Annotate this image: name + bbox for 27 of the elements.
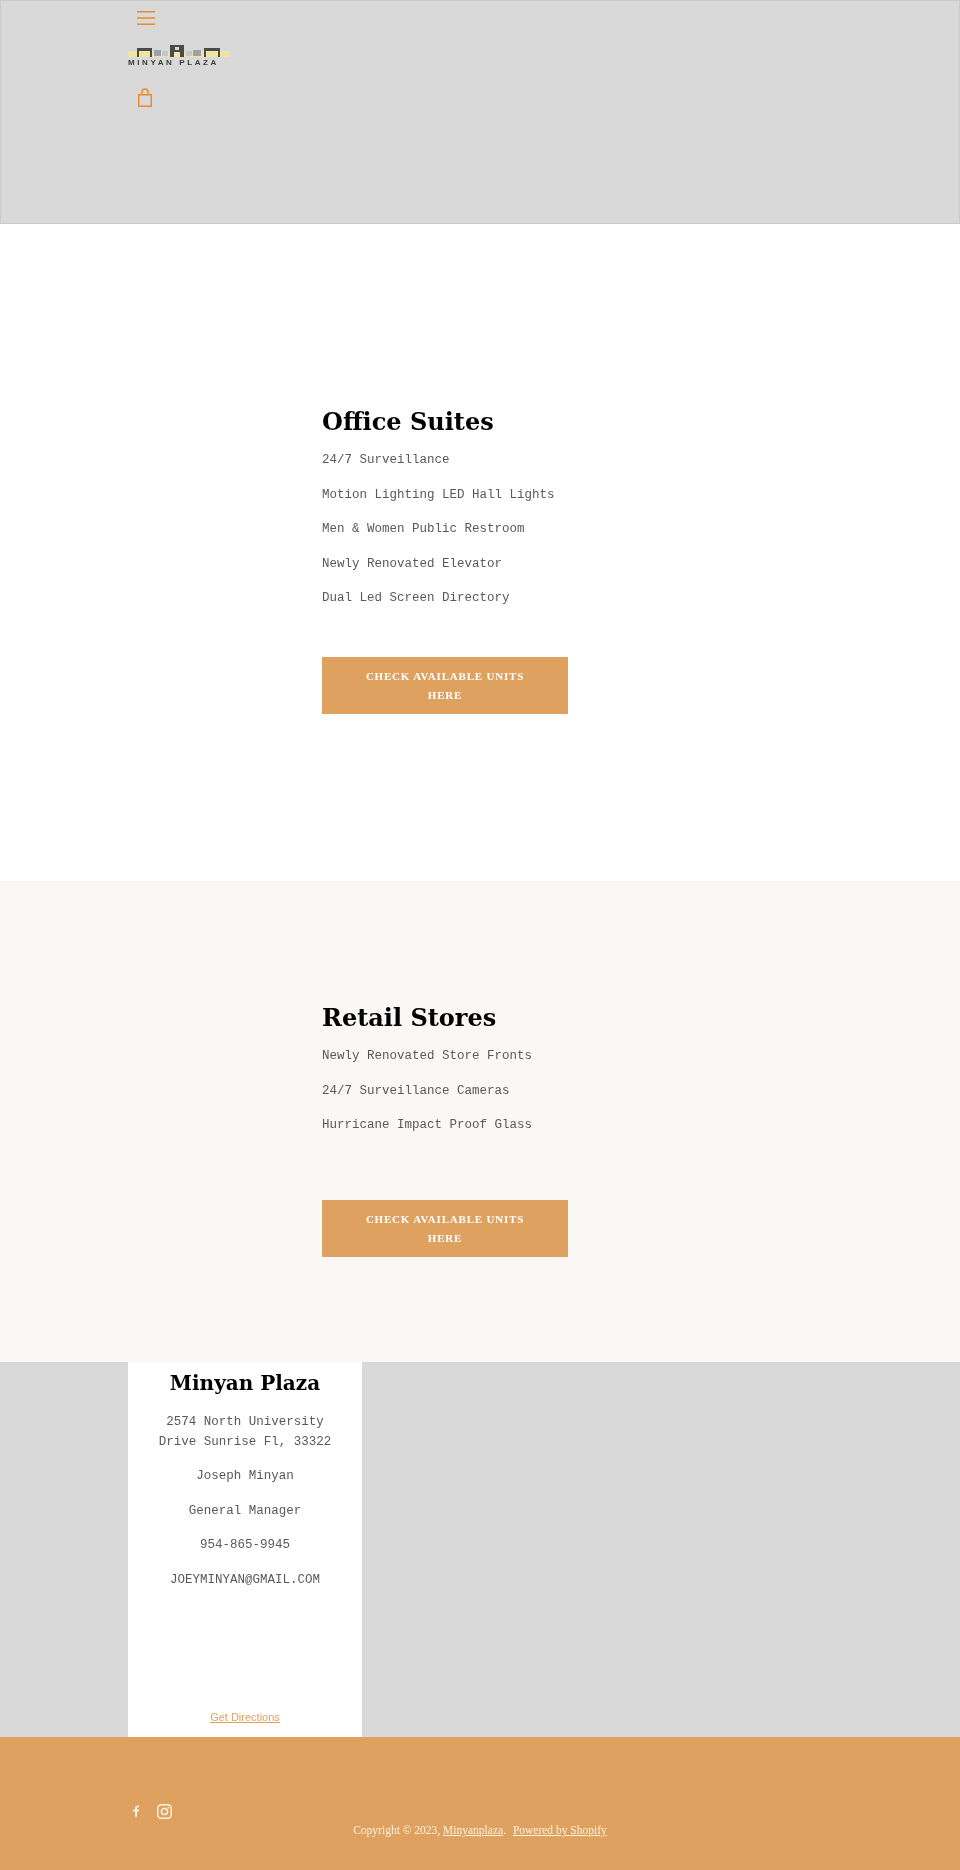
menu-icon[interactable] [137, 11, 155, 25]
contact-title: Minyan Plaza [169, 1370, 321, 1396]
check-units-button[interactable]: CHECK AVAILABLE UNITS HERE [322, 657, 568, 715]
check-units-button[interactable]: CHECK AVAILABLE UNITS HERE [322, 1200, 568, 1258]
feature-text: Dual Led Screen Directory [322, 590, 510, 608]
contact-line: JOEYMINYAN@GMAIL.COM [170, 1571, 320, 1589]
powered-by-link[interactable]: Powered by Shopify [512, 1824, 607, 1836]
contact-line: 954-865-9945 [200, 1537, 290, 1555]
buildings-icon[interactable] [128, 45, 230, 59]
feature-text: Newly Renovated Store Fronts [322, 1048, 533, 1065]
shopping-bag-icon[interactable] [138, 88, 152, 107]
logo-text[interactable]: MINYAN PLAZA [128, 59, 219, 67]
section-title: Retail Stores [322, 1003, 498, 1033]
feature-text: Newly Renovated Elevator [322, 555, 503, 573]
contact-line: General Manager [188, 1502, 302, 1520]
feature-text: 24/7 Surveillance [322, 452, 450, 469]
feature-text: 24/7 Surveillance Cameras [322, 1082, 510, 1100]
section-title: Office Suites [322, 407, 495, 437]
contact-line: Joseph Minyan [196, 1468, 294, 1485]
instagram-icon[interactable] [157, 1803, 172, 1819]
copyright-text: Copyright © 2023, Minyanplaza. Powered by Shopify [352, 1823, 608, 1837]
feature-text: Hurricane Impact Proof Glass [322, 1117, 533, 1135]
feature-text: Motion Lighting LED Hall Lights [322, 486, 555, 504]
address-text: 2574 North University Drive Sunrise Fl, 33322 [157, 1414, 333, 1451]
feature-text: Men & Women Public Restroom [322, 521, 525, 539]
directions-link[interactable]: Get Directions [210, 1709, 280, 1725]
facebook-icon[interactable] [133, 1805, 139, 1817]
